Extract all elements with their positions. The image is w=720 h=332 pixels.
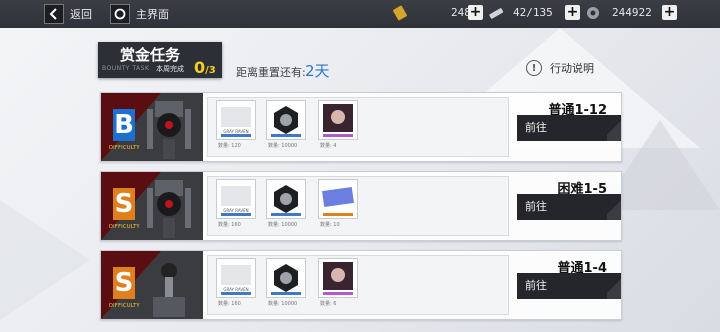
weekly-progress: 0/3 bbox=[194, 58, 216, 77]
grade-badge: B bbox=[113, 109, 135, 141]
mission-portrait: S DIFFICULTY bbox=[101, 251, 203, 319]
reward-qty: 数量: 160 bbox=[218, 222, 241, 228]
reward-qty: 数量: 4 bbox=[320, 143, 337, 149]
character-portrait-icon[interactable] bbox=[318, 100, 358, 140]
grade-badge: S bbox=[113, 188, 135, 220]
add-fuel-button[interactable]: + bbox=[468, 5, 483, 20]
difficulty-label: DIFFICULTY bbox=[109, 145, 140, 151]
back-label: 返回 bbox=[70, 8, 92, 21]
info-icon: ! bbox=[526, 60, 542, 76]
home-circle-icon bbox=[110, 4, 130, 24]
bg-shard bbox=[0, 200, 90, 320]
svg-text:GRAY RAVEN: GRAY RAVEN bbox=[223, 287, 248, 292]
rewards-panel: GRAY RAVEN 数量: 160 数量: 10000 数量: 6 bbox=[207, 255, 509, 315]
back-button[interactable]: 返回 bbox=[44, 4, 92, 24]
svg-text:GRAY RAVEN: GRAY RAVEN bbox=[223, 208, 248, 213]
add-coin-button[interactable]: + bbox=[662, 5, 677, 20]
reward-qty: 数量: 160 bbox=[218, 301, 241, 307]
hex-nut-icon[interactable] bbox=[266, 258, 306, 298]
turret-enemy-icon bbox=[153, 263, 185, 317]
resource-coin-value: 244922 bbox=[612, 6, 652, 19]
reward-qty: 数量: 10000 bbox=[268, 143, 298, 149]
hex-nut-icon[interactable] bbox=[266, 100, 306, 140]
mission-row: S DIFFICULTY GRAY RAVEN 数量: 160 数量: 1000… bbox=[100, 250, 622, 320]
reset-value: 2天 bbox=[305, 62, 330, 80]
svg-text:GRAY RAVEN: GRAY RAVEN bbox=[223, 129, 248, 134]
mission-portrait: S DIFFICULTY bbox=[101, 172, 203, 240]
go-button[interactable]: 前往 bbox=[517, 194, 621, 220]
mech-enemy-icon bbox=[147, 180, 191, 238]
page-title: 赏金任务 bbox=[120, 46, 181, 64]
weekly-label: 本周完成 bbox=[156, 65, 184, 73]
top-bar: 返回 主界面 2485 + 42/135 + 244922 + bbox=[0, 0, 720, 28]
help-label: 行动说明 bbox=[550, 62, 594, 75]
gray-raven-card-icon[interactable]: GRAY RAVEN bbox=[216, 100, 256, 140]
hex-nut-icon[interactable] bbox=[266, 179, 306, 219]
difficulty-label: DIFFICULTY bbox=[109, 303, 140, 309]
reward-qty: 数量: 6 bbox=[320, 301, 337, 307]
go-button[interactable]: 前往 bbox=[517, 273, 621, 299]
mission-row: B DIFFICULTY GRAY RAVEN 数量: 120 数量: 1000… bbox=[100, 92, 622, 162]
rewards-panel: GRAY RAVEN 数量: 160 数量: 10000 数量: 10 bbox=[207, 176, 509, 236]
gray-raven-card-icon[interactable]: GRAY RAVEN bbox=[216, 258, 256, 298]
gear-coin-icon bbox=[587, 7, 599, 19]
go-button[interactable]: 前往 bbox=[517, 115, 621, 141]
key-icon bbox=[489, 8, 504, 19]
add-key-button[interactable]: + bbox=[565, 5, 580, 20]
mech-enemy-icon bbox=[147, 101, 191, 159]
home-button[interactable]: 主界面 bbox=[110, 4, 169, 24]
reward-qty: 数量: 120 bbox=[218, 143, 241, 149]
gray-raven-card-icon[interactable]: GRAY RAVEN bbox=[216, 179, 256, 219]
rewards-panel: GRAY RAVEN 数量: 120 数量: 10000 数量: 4 bbox=[207, 97, 509, 157]
difficulty-label: DIFFICULTY bbox=[109, 224, 140, 230]
mission-row: S DIFFICULTY GRAY RAVEN 数量: 160 数量: 1000… bbox=[100, 171, 622, 241]
chevron-left-icon bbox=[44, 4, 64, 24]
ticket-icon[interactable] bbox=[318, 179, 358, 219]
bounty-title-card: 赏金任务 BOUNTY TASK 本周完成 0/3 bbox=[98, 42, 222, 78]
resource-key-value: 42/135 bbox=[513, 6, 553, 19]
reward-qty: 数量: 10000 bbox=[268, 222, 298, 228]
page-title-en: BOUNTY TASK bbox=[102, 65, 150, 72]
character-portrait-icon[interactable] bbox=[318, 258, 358, 298]
reset-label: 距离重置还有: bbox=[236, 66, 306, 79]
reward-qty: 数量: 10 bbox=[320, 222, 340, 228]
mission-portrait: B DIFFICULTY bbox=[101, 93, 203, 161]
grade-badge: S bbox=[113, 267, 135, 299]
reward-qty: 数量: 10000 bbox=[268, 301, 298, 307]
fuel-cell-icon bbox=[393, 5, 407, 21]
home-label: 主界面 bbox=[136, 8, 169, 21]
help-button[interactable]: ! 行动说明 bbox=[526, 60, 594, 76]
